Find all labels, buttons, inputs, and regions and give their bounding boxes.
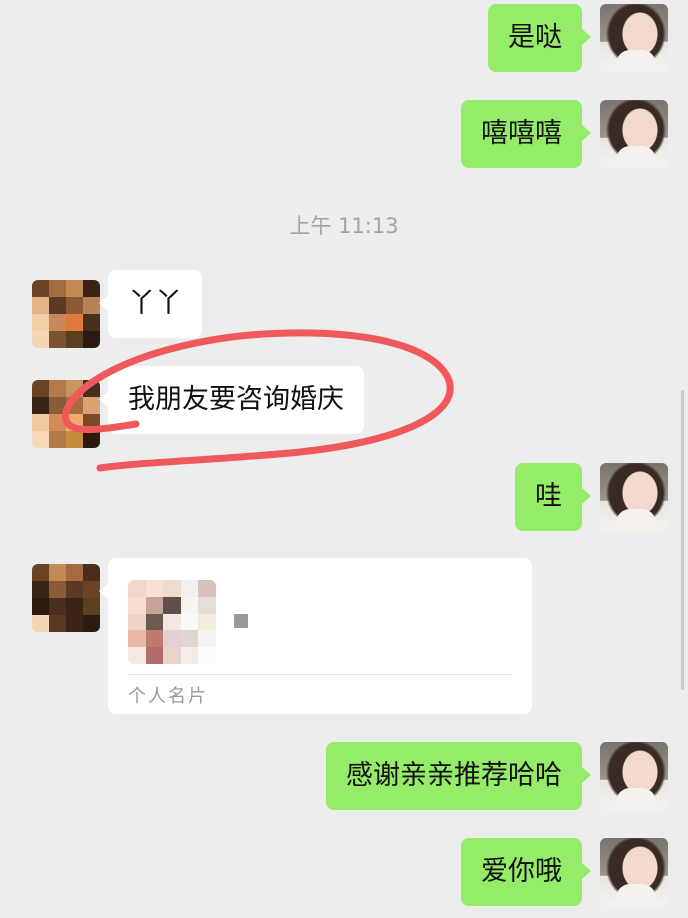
contact-avatar[interactable] [32,380,100,448]
my-avatar[interactable] [600,742,668,810]
contact-card-name [234,614,248,628]
my-avatar[interactable] [600,838,668,906]
message-row-self: 感谢亲亲推荐哈哈 [0,742,688,810]
contact-card-label: 个人名片 [128,686,208,707]
message-bubble[interactable]: 丫丫 [99,270,202,338]
contact-avatar[interactable] [32,280,100,348]
my-avatar[interactable] [600,4,668,72]
message-bubble[interactable]: 嘻嘻嘻 [461,100,591,168]
message-row-other: 丫丫 [0,270,688,348]
contact-card[interactable]: 个人名片 [99,558,532,714]
my-avatar[interactable] [600,100,668,168]
message-bubble[interactable]: 哇 [515,463,591,531]
message-row-self: 哇 [0,463,688,531]
contact-card-divider [128,674,512,675]
message-bubble[interactable]: 我朋友要咨询婚庆 [99,366,364,434]
message-row-self: 爱你哦 [0,838,688,906]
message-row-self: 嘻嘻嘻 [0,100,688,168]
timestamp: 上午 11:13 [289,214,399,238]
message-bubble[interactable]: 爱你哦 [461,838,591,906]
message-row-self: 是哒 [0,4,688,72]
my-avatar[interactable] [600,463,668,531]
contact-avatar[interactable] [32,564,100,632]
message-bubble[interactable]: 感谢亲亲推荐哈哈 [326,742,591,810]
message-row-other: 我朋友要咨询婚庆 [0,366,688,448]
message-bubble[interactable]: 是哒 [488,4,591,72]
scrollbar[interactable] [681,390,684,690]
contact-card-photo [128,580,216,664]
